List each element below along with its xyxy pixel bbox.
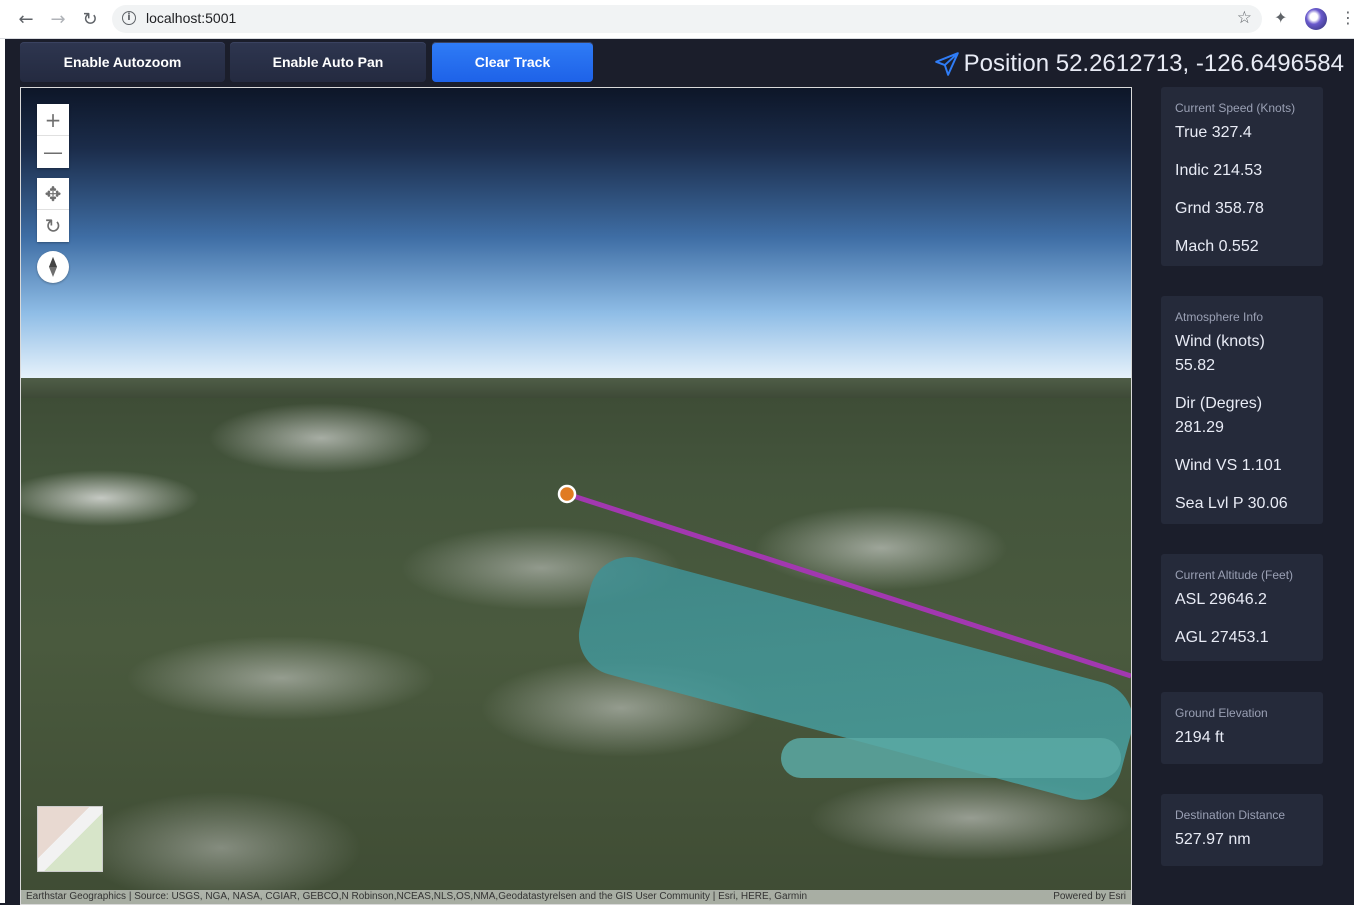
- zoom-out-icon[interactable]: —: [37, 136, 69, 168]
- map-attribution: Earthstar Geographics | Source: USGS, NG…: [21, 890, 1131, 904]
- position-text: Position 52.2612713, -126.6496584: [963, 50, 1344, 77]
- browser-menu-icon[interactable]: ⋮: [1340, 8, 1354, 27]
- ground-elevation-card: Ground Elevation 2194 ft: [1161, 692, 1323, 764]
- atmosphere-card: Atmosphere Info Wind (knots) 55.82 Dir (…: [1161, 296, 1323, 524]
- enable-auto-pan-button[interactable]: Enable Auto Pan: [230, 42, 426, 82]
- wind-direction: Dir (Degres) 281.29: [1175, 395, 1263, 436]
- enable-autozoom-button[interactable]: Enable Autozoom: [20, 42, 225, 82]
- altitude-asl: ASL 29646.2: [1175, 591, 1267, 608]
- bookmark-star-icon[interactable]: ☆: [1237, 8, 1252, 28]
- sea-level-pressure: Sea Lvl P 30.06: [1175, 495, 1288, 512]
- url-text[interactable]: localhost:5001: [146, 10, 236, 26]
- forward-arrow-icon[interactable]: →: [46, 7, 70, 31]
- attribution-text: Earthstar Geographics | Source: USGS, NG…: [26, 891, 808, 902]
- pan-move-icon[interactable]: ✥: [37, 178, 69, 210]
- true-speed: True 327.4: [1175, 124, 1252, 141]
- browser-toolbar: ← → ↻ i localhost:5001 ☆ ✦ ⋮: [0, 0, 1354, 39]
- wind-speed: Wind (knots) 55.82: [1175, 333, 1265, 374]
- app-root: Enable Autozoom Enable Auto Pan Clear Tr…: [5, 39, 1354, 905]
- extensions-puzzle-icon[interactable]: ✦: [1274, 8, 1294, 28]
- card-title: Destination Distance: [1175, 808, 1286, 822]
- zoom-controls: + —: [37, 104, 69, 168]
- clear-track-button[interactable]: Clear Track: [432, 42, 593, 82]
- compass-icon[interactable]: [37, 251, 69, 283]
- profile-avatar[interactable]: [1305, 8, 1327, 30]
- position-readout: Position 52.2612713, -126.6496584: [934, 49, 1344, 79]
- card-title: Current Speed (Knots): [1175, 101, 1296, 115]
- speed-card: Current Speed (Knots) True 327.4 Indic 2…: [1161, 87, 1323, 266]
- reload-icon[interactable]: ↻: [78, 7, 102, 31]
- indicated-speed: Indic 214.53: [1175, 162, 1263, 179]
- mach-number: Mach 0.552: [1175, 238, 1259, 255]
- basemap-toggle-thumbnail[interactable]: [37, 806, 103, 872]
- flight-track-overlay: [557, 484, 1131, 679]
- destination-distance-value: 527.97 nm: [1175, 831, 1251, 848]
- navigation-toggle: ✥ ↻: [37, 178, 69, 242]
- rotate-icon[interactable]: ↻: [37, 210, 69, 242]
- scene-view-map[interactable]: + — ✥ ↻ Earthstar Geographics | Source: …: [20, 87, 1132, 905]
- zoom-in-icon[interactable]: +: [37, 104, 69, 136]
- aircraft-marker[interactable]: [557, 484, 577, 504]
- compass-needle-icon: [49, 257, 57, 277]
- altitude-agl: AGL 27453.1: [1175, 629, 1269, 646]
- address-bar[interactable]: i localhost:5001 ☆: [112, 5, 1262, 33]
- flight-track-line: [566, 491, 1131, 679]
- card-title: Ground Elevation: [1175, 706, 1268, 720]
- altitude-card: Current Altitude (Feet) ASL 29646.2 AGL …: [1161, 554, 1323, 661]
- paper-plane-icon: [934, 52, 959, 76]
- card-title: Atmosphere Info: [1175, 310, 1264, 324]
- wind-vertical-speed: Wind VS 1.101: [1175, 457, 1282, 474]
- ground-elevation-value: 2194 ft: [1175, 729, 1224, 746]
- ground-speed: Grnd 358.78: [1175, 200, 1264, 217]
- site-info-icon[interactable]: i: [122, 11, 136, 25]
- destination-distance-card: Destination Distance 527.97 nm: [1161, 794, 1323, 866]
- powered-by-esri[interactable]: Powered by Esri: [1053, 890, 1126, 904]
- back-arrow-icon[interactable]: ←: [14, 7, 38, 31]
- card-title: Current Altitude (Feet): [1175, 568, 1294, 582]
